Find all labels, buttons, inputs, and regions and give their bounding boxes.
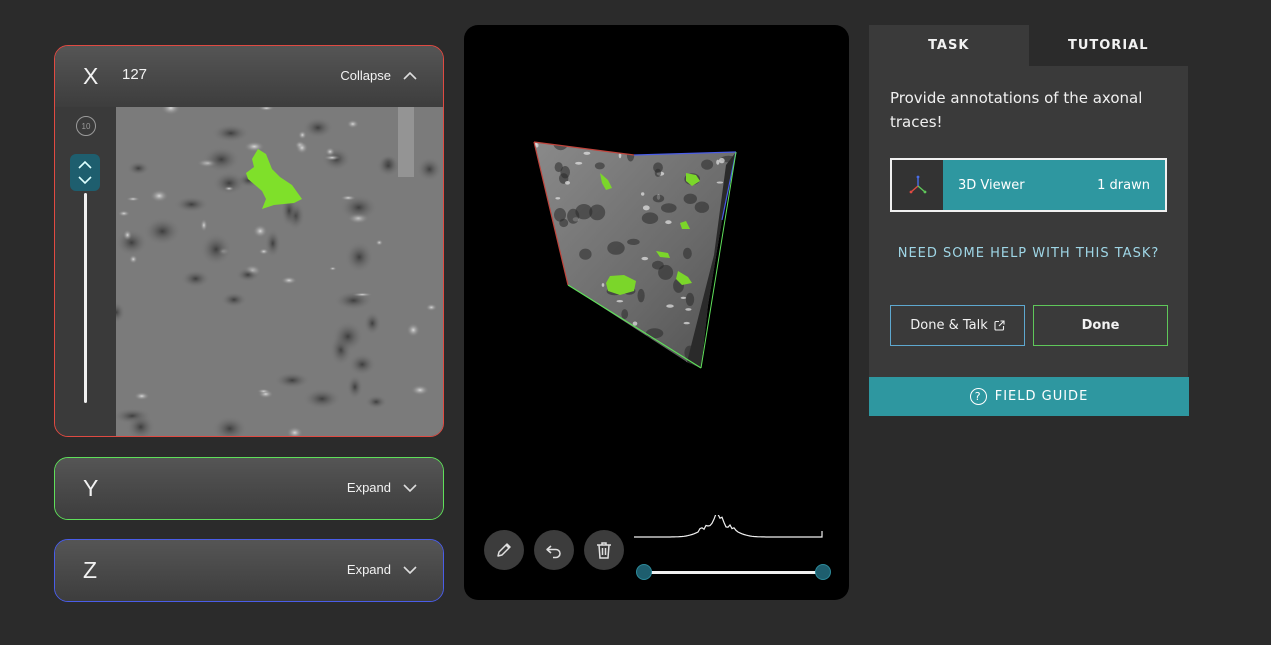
- 3d-volume-render[interactable]: [464, 25, 849, 505]
- axis-label-y: Y: [83, 475, 99, 501]
- slice-header-y: Y Expand: [55, 458, 443, 519]
- slice-image-texture: [107, 101, 443, 436]
- tool-option-3d-viewer[interactable]: 3D Viewer 1 drawn: [890, 158, 1167, 212]
- done-button[interactable]: Done: [1033, 305, 1168, 346]
- task-panel: TASK TUTORIAL Provide annotations of the…: [869, 25, 1188, 416]
- delete-button[interactable]: [584, 530, 624, 570]
- tab-task[interactable]: TASK: [869, 25, 1029, 66]
- chevron-up-icon: [403, 71, 417, 80]
- range-handle-min[interactable]: [636, 564, 652, 580]
- collapse-button-x[interactable]: Collapse: [340, 68, 417, 83]
- slice-body-x: 10: [55, 101, 443, 436]
- help-link[interactable]: NEED SOME HELP WITH THIS TASK?: [869, 246, 1188, 261]
- intensity-range-track[interactable]: [644, 571, 822, 574]
- collapse-label: Collapse: [340, 68, 391, 83]
- rewind-label: 10: [81, 121, 91, 131]
- field-guide-button[interactable]: ? FIELD GUIDE: [869, 377, 1189, 416]
- undo-icon: [546, 545, 561, 559]
- 3d-viewer[interactable]: [464, 25, 849, 600]
- done-and-talk-label: Done & Talk: [910, 318, 988, 333]
- task-instructions: Provide annotations of the axonal traces…: [890, 89, 1143, 131]
- pencil-icon: [497, 543, 511, 557]
- undo-button[interactable]: [534, 530, 574, 570]
- slice-stepper[interactable]: [70, 154, 100, 191]
- expand-button-y[interactable]: Expand: [347, 480, 417, 495]
- slice-header-x: X 127 Collapse: [55, 46, 443, 107]
- task-tabs: TASK TUTORIAL: [869, 25, 1188, 66]
- field-guide-label: FIELD GUIDE: [994, 389, 1089, 404]
- tool-option-label-box: 3D Viewer 1 drawn: [943, 160, 1165, 210]
- chevron-down-icon: [403, 565, 417, 574]
- slice-image-x[interactable]: [107, 101, 443, 436]
- tool-option-count: 1 drawn: [1097, 177, 1150, 193]
- expand-label: Expand: [346, 562, 391, 577]
- tool-option-label: 3D Viewer: [958, 177, 1025, 193]
- range-handle-max[interactable]: [815, 564, 831, 580]
- external-link-icon: [994, 320, 1005, 331]
- pencil-button[interactable]: [484, 530, 524, 570]
- done-and-talk-button[interactable]: Done & Talk: [890, 305, 1025, 346]
- slice-header-z: Z Expand: [55, 540, 443, 601]
- tab-tutorial[interactable]: TUTORIAL: [1028, 25, 1188, 66]
- expand-label: Expand: [346, 480, 391, 495]
- axes-icon: [892, 160, 943, 210]
- chevron-down-icon: [403, 483, 417, 492]
- slice-panel-z: Z Expand: [54, 539, 444, 602]
- trash-icon: [597, 542, 611, 559]
- slice-panel-x: X 127 Collapse 10: [54, 45, 444, 437]
- intensity-histogram: [634, 515, 823, 538]
- help-circle-icon: ?: [969, 388, 987, 405]
- expand-button-z[interactable]: Expand: [347, 562, 417, 577]
- slice-slider-track[interactable]: [84, 193, 87, 403]
- stepper-chevrons-icon: [78, 160, 92, 185]
- axis-label-z: Z: [83, 557, 98, 583]
- slice-index-x: 127: [122, 66, 148, 83]
- slice-panel-y: Y Expand: [54, 457, 444, 520]
- rewind-icon[interactable]: 10: [76, 116, 96, 136]
- axis-label-x: X: [83, 63, 99, 89]
